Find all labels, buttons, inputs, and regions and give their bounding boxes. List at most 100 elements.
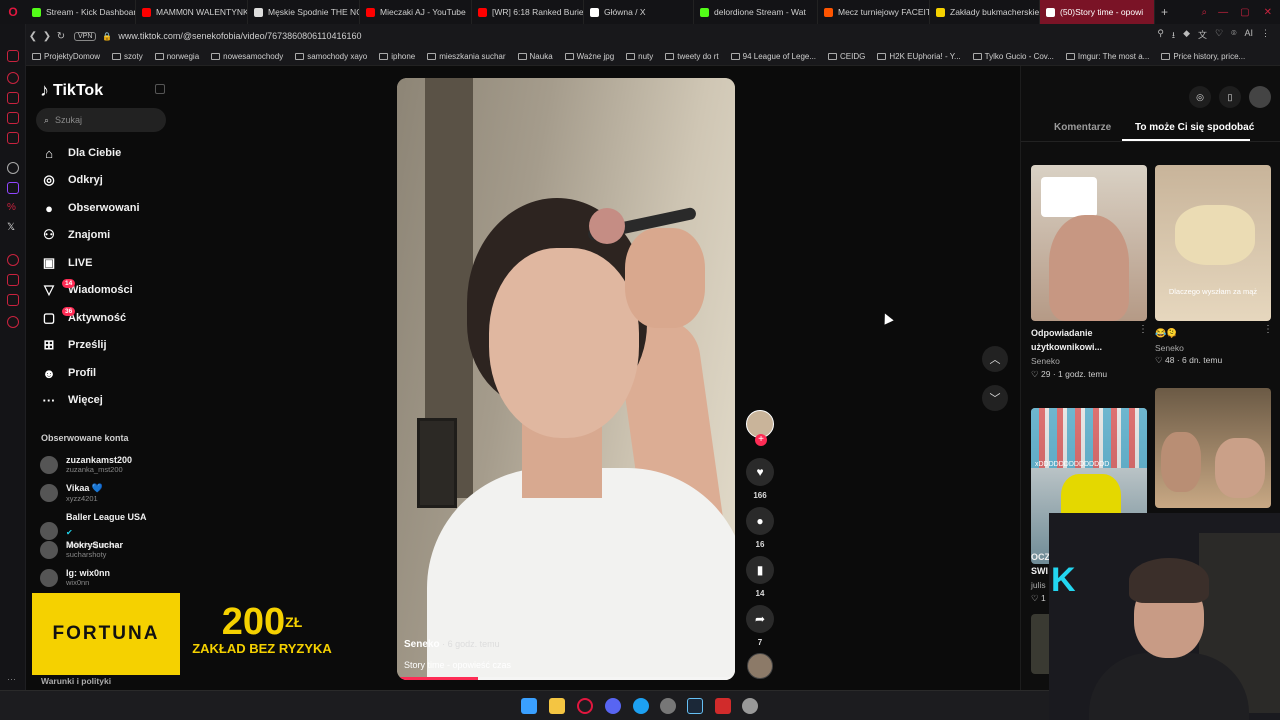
back-icon[interactable]: ❮ bbox=[26, 31, 40, 42]
bookmark-item[interactable]: nowesamochody bbox=[205, 52, 289, 61]
settings-icon[interactable] bbox=[7, 316, 19, 328]
close-window-button[interactable]: ✕ bbox=[1256, 7, 1280, 18]
new-tab-button[interactable]: + bbox=[1155, 5, 1174, 19]
thumbnail-1[interactable] bbox=[1031, 165, 1147, 321]
thumbnail-4[interactable] bbox=[1155, 388, 1271, 508]
item-2-author[interactable]: Seneko bbox=[1155, 343, 1184, 353]
reload-icon[interactable]: ↻ bbox=[54, 31, 68, 42]
browser-tab[interactable]: Męskie Spodnie THE NO bbox=[248, 0, 360, 24]
workspace-icon[interactable] bbox=[7, 50, 19, 62]
browser-tab[interactable]: MAMM0N WALENTYNKO bbox=[136, 0, 248, 24]
next-video-button[interactable]: ﹀ bbox=[982, 385, 1008, 411]
item-1-more-icon[interactable]: ⋮ bbox=[1138, 324, 1148, 335]
heart-icon[interactable]: ♡ bbox=[1215, 28, 1223, 44]
nav-item-aktywność[interactable]: ▢ 36 Aktywność bbox=[40, 307, 126, 329]
previous-video-button[interactable]: ︿ bbox=[982, 346, 1008, 372]
nav-item-odkryj[interactable]: ◎ Odkryj bbox=[40, 169, 103, 191]
video-player[interactable]: Seneko · 6 godz. temu Story time - opowi… bbox=[397, 78, 735, 680]
bookmark-item[interactable]: H2K EUphoria! - Y... bbox=[871, 52, 966, 61]
download-sidebar-icon[interactable] bbox=[7, 274, 19, 286]
bookmark-item[interactable]: Tylko Gucio - Cov... bbox=[967, 52, 1060, 61]
adblock-icon[interactable]: ◆ bbox=[1183, 28, 1190, 44]
bookmark-item[interactable]: samochody xayo bbox=[289, 52, 373, 61]
riot-icon[interactable] bbox=[715, 698, 731, 714]
followed-account[interactable]: zuzankamst200 zuzanka_mst200 bbox=[40, 455, 132, 474]
fortuna-ad[interactable]: FORTUNA 200ZŁ ZAKŁAD BEZ RYZYKA bbox=[32, 593, 332, 675]
browser-tab[interactable]: Zakłady bukmacherskie bbox=[930, 0, 1040, 24]
followed-account[interactable]: Ig: wix0nn wix0nn bbox=[40, 568, 110, 587]
bookmark-item[interactable]: ProjektyDomow bbox=[26, 52, 106, 61]
ai-icon[interactable]: AI bbox=[1244, 28, 1253, 44]
browser-tab[interactable]: Główna / X bbox=[584, 0, 694, 24]
bookmark-item[interactable]: 94 League of Lege... bbox=[725, 52, 822, 61]
item-1-author[interactable]: Seneko bbox=[1031, 356, 1060, 366]
x-icon[interactable]: 𝕏 bbox=[7, 222, 19, 234]
tab-comments[interactable]: Komentarze bbox=[1054, 122, 1111, 133]
bookmark-item[interactable]: Ważne jpg bbox=[559, 52, 621, 61]
nav-item-live[interactable]: ▣ LIVE bbox=[40, 252, 93, 274]
bookmark-item[interactable]: Nauka bbox=[512, 52, 559, 61]
nav-item-profil[interactable]: ☻ Profil bbox=[40, 362, 96, 384]
file-explorer-icon[interactable] bbox=[549, 698, 565, 714]
youtube-icon[interactable] bbox=[7, 112, 19, 124]
search-tabs-icon[interactable]: ⌕ bbox=[1197, 7, 1213, 18]
bookmark-item[interactable]: iphone bbox=[373, 52, 421, 61]
pin-icon[interactable]: ⚲ bbox=[1157, 28, 1164, 44]
terms-link[interactable]: Warunki i polityki bbox=[41, 676, 111, 686]
send-icon[interactable] bbox=[7, 294, 19, 306]
chatgpt-app-icon[interactable] bbox=[660, 698, 676, 714]
nav-item-dla-ciebie[interactable]: ⌂ Dla Ciebie bbox=[40, 142, 121, 164]
steam-icon[interactable] bbox=[687, 698, 703, 714]
phone-icon[interactable]: ▯ bbox=[1219, 86, 1241, 108]
bookmark-item[interactable]: mieszkania suchar bbox=[421, 52, 511, 61]
follow-plus-button[interactable]: + bbox=[755, 434, 767, 446]
followed-account[interactable]: Vikaa 💙 xyzz4201 bbox=[40, 483, 103, 503]
video-author[interactable]: Seneko bbox=[404, 639, 440, 650]
followed-account[interactable]: MokrySuchar sucharshoty bbox=[40, 540, 123, 559]
compass-small-icon[interactable]: ◎ bbox=[1189, 86, 1211, 108]
nav-item-znajomi[interactable]: ⚇ Znajomi bbox=[40, 224, 110, 246]
browser-tab[interactable]: [WR] 6:18 Ranked Buried bbox=[472, 0, 584, 24]
browser-tab[interactable]: delordione Stream - Wat bbox=[694, 0, 818, 24]
item-2-title[interactable]: 😂🫠 bbox=[1155, 326, 1177, 340]
browser-tab[interactable]: Mieczaki AJ - YouTube bbox=[360, 0, 472, 24]
maximize-button[interactable]: ▢ bbox=[1234, 7, 1255, 18]
discord-icon[interactable] bbox=[605, 698, 621, 714]
comment-button[interactable]: ● bbox=[746, 507, 774, 535]
opera-logo-icon[interactable]: O bbox=[0, 0, 26, 24]
nav-item-wiadomości[interactable]: ▽ 14 Wiadomości bbox=[40, 279, 133, 301]
camera-icon[interactable]: ⌾ bbox=[1231, 28, 1236, 44]
more-sidebar-icon[interactable]: ··· bbox=[7, 674, 19, 686]
chatgpt-icon[interactable] bbox=[7, 162, 19, 174]
download-icon[interactable]: ⭳ bbox=[1172, 28, 1175, 44]
url-field[interactable]: www.tiktok.com/@senekofobia/video/767386… bbox=[118, 31, 361, 41]
start-icon[interactable] bbox=[521, 698, 537, 714]
nav-item-prześlij[interactable]: ⊞ Prześlij bbox=[40, 334, 107, 356]
item-1-title[interactable]: Odpowiadanie użytkownikowi... bbox=[1031, 326, 1131, 354]
bookmark-item[interactable]: Imgur: The most a... bbox=[1060, 52, 1155, 61]
clock-icon[interactable] bbox=[7, 254, 19, 266]
opera-gx-icon[interactable] bbox=[577, 698, 593, 714]
collapse-sidebar-icon[interactable] bbox=[155, 84, 165, 94]
history-icon[interactable] bbox=[7, 72, 19, 84]
translate-icon[interactable]: 文 bbox=[1198, 28, 1207, 44]
search-input[interactable]: ⌕ Szukaj bbox=[36, 108, 166, 132]
bookmark-item[interactable]: CEIDG bbox=[822, 52, 871, 61]
bookmark-item[interactable]: norwegia bbox=[149, 52, 205, 61]
messenger-icon[interactable] bbox=[633, 698, 649, 714]
share-button[interactable]: ➦ bbox=[746, 605, 774, 633]
twitch-icon[interactable] bbox=[7, 182, 19, 194]
bookmark-item[interactable]: szoty bbox=[106, 52, 149, 61]
percent-icon[interactable]: % bbox=[7, 202, 19, 214]
vpn-badge[interactable]: VPN bbox=[74, 31, 97, 41]
nav-item-więcej[interactable]: ··· Więcej bbox=[40, 389, 103, 411]
nav-item-obserwowani[interactable]: ● Obserwowani bbox=[40, 197, 139, 219]
minimize-button[interactable]: — bbox=[1212, 7, 1234, 18]
menu-icon[interactable]: ⋮ bbox=[1261, 28, 1270, 44]
settings-app-icon[interactable] bbox=[742, 698, 758, 714]
forward-icon[interactable]: ❯ bbox=[40, 31, 54, 42]
tiktok-logo[interactable]: ♪ TikTok bbox=[40, 80, 103, 101]
progress-bar[interactable] bbox=[397, 677, 479, 680]
browser-tab[interactable]: Mecz turniejowy FACEIT bbox=[818, 0, 930, 24]
browser-tab[interactable]: (50)Story time - opowi bbox=[1040, 0, 1155, 24]
